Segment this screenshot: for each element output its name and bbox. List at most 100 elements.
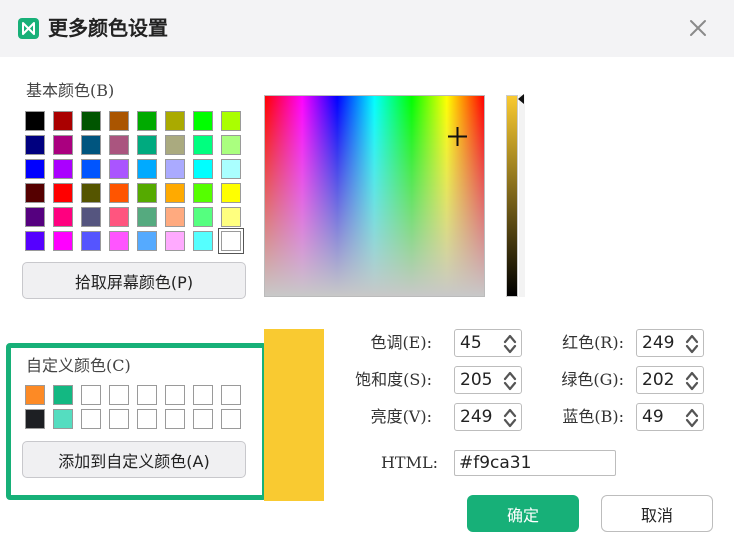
custom-color-swatch[interactable] [221, 409, 241, 429]
brightness-value[interactable]: 249 [460, 407, 492, 427]
custom-color-swatch[interactable] [25, 385, 45, 405]
basic-color-swatch[interactable] [221, 111, 241, 131]
custom-color-swatch[interactable] [53, 409, 73, 429]
spin-up-icon[interactable] [503, 407, 517, 418]
close-icon[interactable] [686, 16, 710, 40]
basic-color-swatch[interactable] [165, 207, 185, 227]
basic-color-swatch[interactable] [218, 228, 244, 254]
green-spinbox[interactable]: 202 [636, 366, 704, 394]
custom-color-swatch[interactable] [81, 385, 101, 405]
basic-color-swatch[interactable] [165, 111, 185, 131]
basic-color-swatch[interactable] [193, 159, 213, 179]
basic-color-swatch[interactable] [193, 111, 213, 131]
luminance-slider[interactable] [506, 95, 518, 297]
saturation-spinbox[interactable]: 205 [454, 366, 522, 394]
saturation-value[interactable]: 205 [460, 370, 492, 390]
spin-down-icon[interactable] [503, 381, 517, 392]
custom-color-swatch[interactable] [109, 409, 129, 429]
green-value[interactable]: 202 [642, 370, 674, 390]
spin-down-icon[interactable] [685, 418, 699, 429]
custom-color-swatch[interactable] [137, 385, 157, 405]
custom-color-swatch[interactable] [165, 385, 185, 405]
basic-color-swatch[interactable] [53, 207, 73, 227]
basic-color-swatch[interactable] [25, 159, 45, 179]
custom-color-swatch[interactable] [193, 409, 213, 429]
basic-color-swatch[interactable] [81, 135, 101, 155]
basic-color-swatch[interactable] [109, 135, 129, 155]
spin-up-icon[interactable] [685, 333, 699, 344]
blue-value[interactable]: 49 [642, 407, 664, 427]
custom-color-swatch[interactable] [221, 385, 241, 405]
basic-color-swatch[interactable] [137, 135, 157, 155]
basic-color-swatch[interactable] [81, 111, 101, 131]
current-color-preview [264, 329, 324, 501]
basic-color-swatch[interactable] [193, 207, 213, 227]
html-hex-input[interactable]: #f9ca31 [454, 450, 616, 476]
basic-colors-label: 基本颜色(B) [26, 81, 115, 100]
spin-up-icon[interactable] [503, 370, 517, 381]
basic-color-swatch[interactable] [109, 159, 129, 179]
luminance-slider-handle-icon[interactable] [518, 94, 524, 104]
add-to-custom-colors-button[interactable]: 添加到自定义颜色(A) [22, 441, 246, 478]
spin-down-icon[interactable] [503, 418, 517, 429]
basic-color-swatch[interactable] [165, 159, 185, 179]
basic-color-swatch[interactable] [53, 135, 73, 155]
basic-color-swatch[interactable] [53, 159, 73, 179]
basic-color-swatch[interactable] [81, 231, 101, 251]
basic-color-swatch[interactable] [165, 183, 185, 203]
basic-color-swatch[interactable] [81, 159, 101, 179]
custom-color-swatch[interactable] [165, 409, 185, 429]
basic-color-swatch[interactable] [53, 231, 73, 251]
basic-color-swatch[interactable] [193, 231, 213, 251]
basic-color-swatch[interactable] [137, 207, 157, 227]
hue-spinbox[interactable]: 45 [454, 329, 522, 357]
custom-color-swatch[interactable] [193, 385, 213, 405]
basic-color-swatch[interactable] [53, 111, 73, 131]
basic-color-swatch[interactable] [81, 207, 101, 227]
basic-color-swatch[interactable] [137, 111, 157, 131]
basic-color-swatch[interactable] [53, 183, 73, 203]
basic-color-swatch[interactable] [25, 231, 45, 251]
basic-color-swatch[interactable] [165, 231, 185, 251]
spin-up-icon[interactable] [503, 333, 517, 344]
spin-up-icon[interactable] [685, 407, 699, 418]
custom-color-swatch[interactable] [109, 385, 129, 405]
custom-color-swatch[interactable] [53, 385, 73, 405]
color-spectrum-picker[interactable] [264, 95, 485, 297]
cancel-button[interactable]: 取消 [601, 495, 713, 532]
red-value[interactable]: 249 [642, 333, 674, 353]
spin-down-icon[interactable] [685, 381, 699, 392]
basic-color-swatch[interactable] [25, 207, 45, 227]
basic-color-swatch[interactable] [81, 183, 101, 203]
basic-color-swatch[interactable] [25, 135, 45, 155]
basic-color-swatch[interactable] [25, 183, 45, 203]
basic-color-swatch[interactable] [221, 135, 241, 155]
spin-down-icon[interactable] [503, 344, 517, 355]
spin-down-icon[interactable] [685, 344, 699, 355]
basic-color-swatch[interactable] [193, 135, 213, 155]
basic-color-swatch[interactable] [193, 183, 213, 203]
basic-color-swatch[interactable] [221, 183, 241, 203]
basic-color-swatch[interactable] [221, 207, 241, 227]
hue-value[interactable]: 45 [460, 333, 482, 353]
custom-color-swatch[interactable] [81, 409, 101, 429]
brightness-spinbox[interactable]: 249 [454, 403, 522, 431]
basic-color-swatch[interactable] [109, 183, 129, 203]
basic-color-swatch[interactable] [109, 111, 129, 131]
basic-color-swatch[interactable] [109, 231, 129, 251]
blue-spinbox[interactable]: 49 [636, 403, 704, 431]
spin-up-icon[interactable] [685, 370, 699, 381]
custom-color-swatch[interactable] [137, 409, 157, 429]
basic-color-swatch[interactable] [137, 159, 157, 179]
ok-button[interactable]: 确定 [467, 495, 579, 532]
red-spinbox[interactable]: 249 [636, 329, 704, 357]
basic-color-swatch[interactable] [137, 231, 157, 251]
custom-color-swatch[interactable] [25, 409, 45, 429]
basic-color-swatch[interactable] [109, 207, 129, 227]
basic-color-swatch[interactable] [137, 183, 157, 203]
basic-color-swatch[interactable] [165, 135, 185, 155]
pick-screen-color-button[interactable]: 拾取屏幕颜色(P) [22, 262, 246, 299]
red-label: 红色(R): [562, 333, 624, 352]
basic-color-swatch[interactable] [221, 159, 241, 179]
basic-color-swatch[interactable] [25, 111, 45, 131]
